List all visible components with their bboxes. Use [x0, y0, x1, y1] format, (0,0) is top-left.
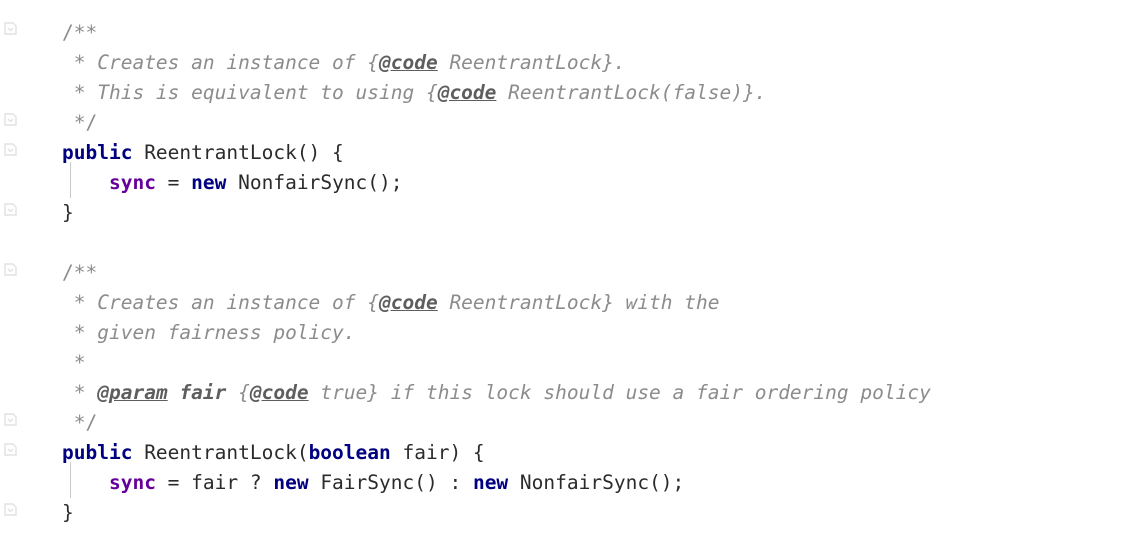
- code-token-tag: @param: [97, 381, 168, 404]
- code-line[interactable]: /**: [62, 258, 97, 288]
- code-line[interactable]: public ReentrantLock(boolean fair) {: [62, 438, 485, 468]
- code-token-kw: new: [472, 471, 509, 494]
- code-editor[interactable]: /** * Creates an instance of {@code Reen…: [0, 0, 1142, 538]
- code-token-cmt-plain: */: [62, 111, 98, 134]
- code-token-plain: FairSync() :: [308, 471, 473, 494]
- code-token-cmt-plain: *: [62, 351, 86, 374]
- code-line[interactable]: sync = new NonfairSync();: [62, 168, 403, 198]
- code-token-cmt: ReentrantLock}.: [437, 51, 626, 74]
- indent-guide-method-1: [70, 162, 71, 198]
- code-token-tag: @code: [437, 81, 497, 104]
- code-line[interactable]: /**: [62, 18, 97, 48]
- indent-guide-method-2: [70, 462, 71, 498]
- code-token-kw: new: [273, 471, 309, 494]
- code-token-tag: @code: [379, 291, 438, 314]
- code-token-cmt: [168, 381, 180, 404]
- code-token-plain: }: [62, 501, 74, 524]
- code-token-plain: = fair ?: [155, 471, 274, 494]
- code-token-kw: new: [191, 171, 227, 194]
- code-token-plain: NonfairSync();: [226, 171, 403, 194]
- code-token-cmt-plain: /**: [62, 21, 98, 44]
- code-token-cmt: ReentrantLock} with the: [437, 291, 720, 314]
- code-token-tag: @code: [379, 51, 438, 74]
- code-line[interactable]: * This is equivalent to using {@code Ree…: [62, 78, 767, 108]
- code-token-kw: public: [62, 141, 133, 164]
- code-token-cmt-b: fair: [179, 381, 227, 404]
- code-line[interactable]: *: [62, 348, 86, 378]
- code-token-plain: ReentrantLock() {: [132, 141, 344, 164]
- code-token-cmt: Creates an instance of {: [97, 51, 379, 74]
- code-line[interactable]: * @param fair {@code true} if this lock …: [62, 378, 931, 408]
- code-token-cmt: given fairness policy.: [97, 321, 356, 344]
- code-line[interactable]: * Creates an instance of {@code Reentran…: [62, 48, 626, 78]
- code-token-plain: }: [62, 201, 74, 224]
- code-token-kw: public: [62, 441, 133, 464]
- code-token-cmt-plain: *: [62, 81, 98, 104]
- code-token-cmt-plain: *: [62, 291, 98, 314]
- code-line[interactable]: }: [62, 198, 74, 228]
- code-token-cmt: This is equivalent to using {: [97, 81, 438, 104]
- code-line[interactable]: * given fairness policy.: [62, 318, 356, 348]
- code-token-plain: =: [155, 171, 192, 194]
- code-token-cmt-plain: *: [62, 51, 98, 74]
- code-line[interactable]: */: [62, 108, 98, 138]
- code-token-kw: boolean: [308, 441, 391, 464]
- code-token-field: sync: [108, 471, 156, 494]
- code-line[interactable]: * Creates an instance of {@code Reentran…: [62, 288, 720, 318]
- code-token-cmt: ReentrantLock(false)}.: [496, 81, 767, 104]
- code-token-plain: NonfairSync();: [508, 471, 685, 494]
- code-area[interactable]: /** * Creates an instance of {@code Reen…: [0, 0, 1142, 538]
- code-line[interactable]: */: [62, 408, 98, 438]
- code-line[interactable]: sync = fair ? new FairSync() : new Nonfa…: [62, 468, 684, 498]
- code-token-field: sync: [108, 171, 156, 194]
- code-line[interactable]: public ReentrantLock() {: [62, 138, 344, 168]
- code-token-cmt-plain: *: [62, 321, 98, 344]
- code-token-cmt-plain: */: [62, 411, 98, 434]
- code-token-cmt: {: [226, 381, 250, 404]
- code-token-plain: ReentrantLock(: [132, 441, 309, 464]
- code-token-cmt-plain: /**: [62, 261, 98, 284]
- code-token-tag: @code: [249, 381, 309, 404]
- code-token-cmt: true} if this lock should use a fair ord…: [308, 381, 931, 404]
- code-token-cmt: Creates an instance of {: [97, 291, 379, 314]
- code-token-plain: fair) {: [390, 441, 485, 464]
- code-line[interactable]: }: [62, 498, 74, 528]
- code-token-cmt-plain: *: [62, 381, 98, 404]
